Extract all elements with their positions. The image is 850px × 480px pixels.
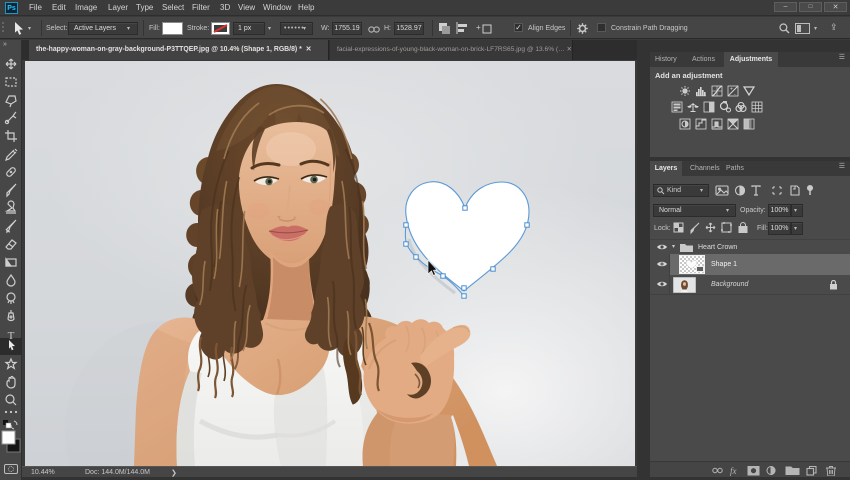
svg-text:+: + bbox=[730, 87, 733, 93]
svg-text:fx: fx bbox=[730, 466, 737, 476]
svg-text:T: T bbox=[8, 330, 15, 342]
svg-text:-: - bbox=[734, 92, 736, 98]
svg-text:+: + bbox=[476, 23, 481, 32]
